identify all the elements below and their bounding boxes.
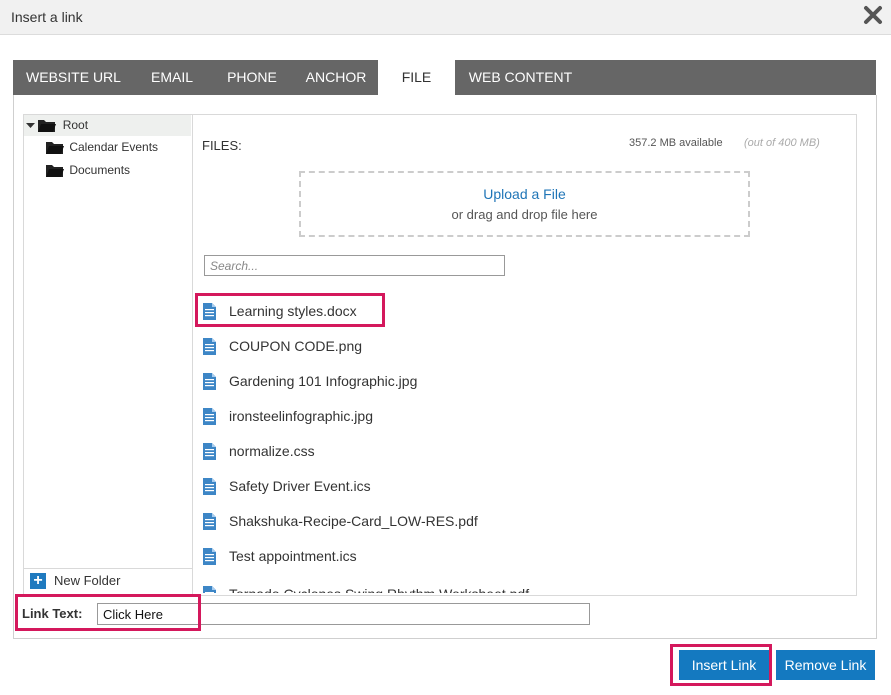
new-folder-button[interactable]: + New Folder [24,568,192,595]
files-heading: FILES: [202,138,242,153]
file-name: COUPON CODE.png [229,338,363,354]
storage-available: 357.2 MB available [629,137,723,149]
document-icon [203,478,216,495]
document-icon [203,548,216,565]
upload-file-link[interactable]: Upload a File [301,186,748,202]
document-icon [203,443,216,460]
file-name: Shakshuka-Recipe-Card_LOW-RES.pdf [229,513,478,529]
close-x-icon[interactable] [863,5,883,25]
folder-icon [46,142,64,155]
folder-root[interactable]: Root [24,115,191,136]
document-icon [203,408,216,425]
file-name: Learning styles.docx [229,303,357,319]
tab-email[interactable]: EMAIL [134,60,210,95]
dialog-titlebar: Insert a link [0,0,891,35]
tab-web-content[interactable]: WEB CONTENT [455,60,586,95]
plus-icon: + [30,573,46,589]
folder-icon [38,120,57,133]
remove-link-button[interactable]: Remove Link [776,650,875,680]
link-text-label: Link Text: [22,606,83,621]
folder-label: Calendar Events [69,140,159,154]
document-icon [203,338,216,355]
tab-file[interactable]: FILE [378,60,455,96]
link-text-input[interactable] [97,603,590,625]
file-list-overflow: Tornado Cyclones Swing Rhythm Worksheet.… [192,584,856,593]
folder-label: Documents [69,163,131,177]
drag-drop-hint: or drag and drop file here [451,207,598,222]
file-search-input[interactable] [204,255,505,276]
tab-anchor[interactable]: ANCHOR [294,60,378,95]
folder-icon [46,165,64,178]
tab-website-url[interactable]: WEBSITE URL [13,60,134,95]
document-icon [203,373,216,390]
document-icon [203,513,216,530]
folder-calendar-events[interactable]: Calendar Events [46,137,158,158]
insert-link-button[interactable]: Insert Link [679,650,769,680]
dialog-title: Insert a link [11,9,83,25]
document-icon [203,586,216,593]
file-name: normalize.css [229,443,315,459]
new-folder-label: New Folder [54,573,121,588]
file-drop-zone[interactable]: Upload a File or drag and drop file here [299,171,750,237]
file-name: Safety Driver Event.ics [229,478,371,494]
tab-phone[interactable]: PHONE [210,60,294,95]
file-name: ironsteelinfographic.jpg [229,408,373,424]
file-name: Gardening 101 Infographic.jpg [229,373,418,389]
file-name: Test appointment.ics [229,548,357,564]
storage-quota: (out of 400 MB) [744,137,820,149]
link-type-tabs: WEBSITE URL EMAIL PHONE ANCHOR FILE WEB … [13,60,876,96]
document-icon [203,303,216,320]
folder-tree: Root Calendar Events Documents + New Fol… [24,115,193,595]
file-name: Tornado Cyclones Swing Rhythm Worksheet.… [229,586,529,593]
folder-documents[interactable]: Documents [46,160,130,181]
caret-down-icon[interactable] [26,121,35,130]
folder-root-label: Root [62,118,89,132]
